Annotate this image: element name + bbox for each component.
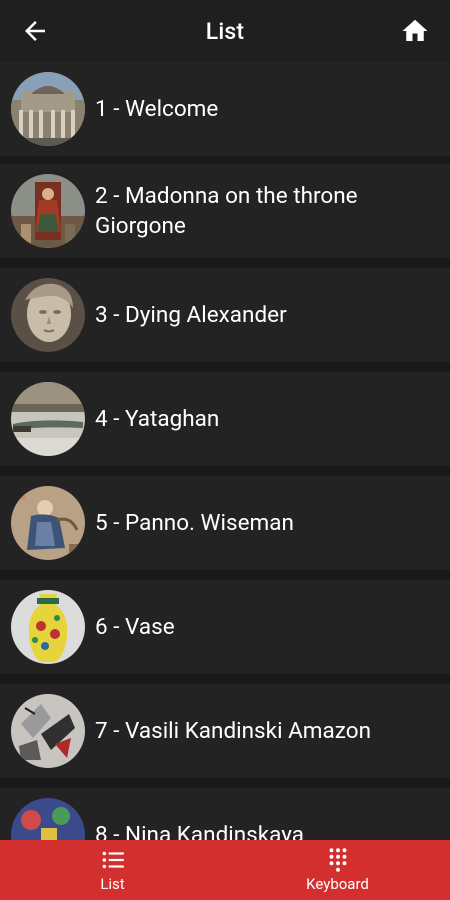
list-item[interactable]: 7 - Vasili Kandinski Amazon [0,684,450,778]
list-item-label: 3 - Dying Alexander [95,302,287,328]
list-item-label: 5 - Panno. Wiseman [95,510,294,536]
vase-thumbnail [11,590,85,664]
list-item[interactable]: 3 - Dying Alexander [0,268,450,362]
embroidery-thumbnail [11,486,85,560]
tab-keyboard-label: Keyboard [306,875,369,893]
arrow-left-icon[interactable] [20,16,50,46]
tab-keyboard[interactable]: Keyboard [225,840,450,900]
bottom-navigation: List Keyboard [0,840,450,900]
list-item-label: 4 - Yataghan [95,406,220,432]
list-item-label: 2 - Madonna on the throne Giorgone [95,183,358,239]
colorful-painting-thumbnail [11,798,85,840]
list-item-label: 6 - Vase [95,614,175,640]
keypad-icon [329,848,346,872]
sword-thumbnail [11,382,85,456]
building-thumbnail [11,72,85,146]
sculpture-thumbnail [11,278,85,352]
home-icon[interactable] [400,16,430,46]
list-item-label: 8 - Nina Kandinskaya [95,822,304,840]
item-list: 1 - Welcome 2 - Madonna on the throne Gi… [0,62,450,840]
list-item-label: 1 - Welcome [95,96,219,122]
list-item[interactable]: 5 - Panno. Wiseman [0,476,450,570]
list-item[interactable]: 1 - Welcome [0,62,450,156]
painting-thumbnail [11,174,85,248]
list-item[interactable]: 8 - Nina Kandinskaya [0,788,450,840]
list-item[interactable]: 4 - Yataghan [0,372,450,466]
list-item[interactable]: 6 - Vase [0,580,450,674]
page-title: List [205,17,245,45]
top-app-bar: List [0,0,450,62]
abstract-painting-thumbnail [11,694,85,768]
list-item-label: 7 - Vasili Kandinski Amazon [95,718,372,744]
tab-list[interactable]: List [0,840,225,900]
list-item[interactable]: 2 - Madonna on the throne Giorgone [0,164,450,258]
list-icon [102,851,124,869]
tab-list-label: List [100,875,125,893]
